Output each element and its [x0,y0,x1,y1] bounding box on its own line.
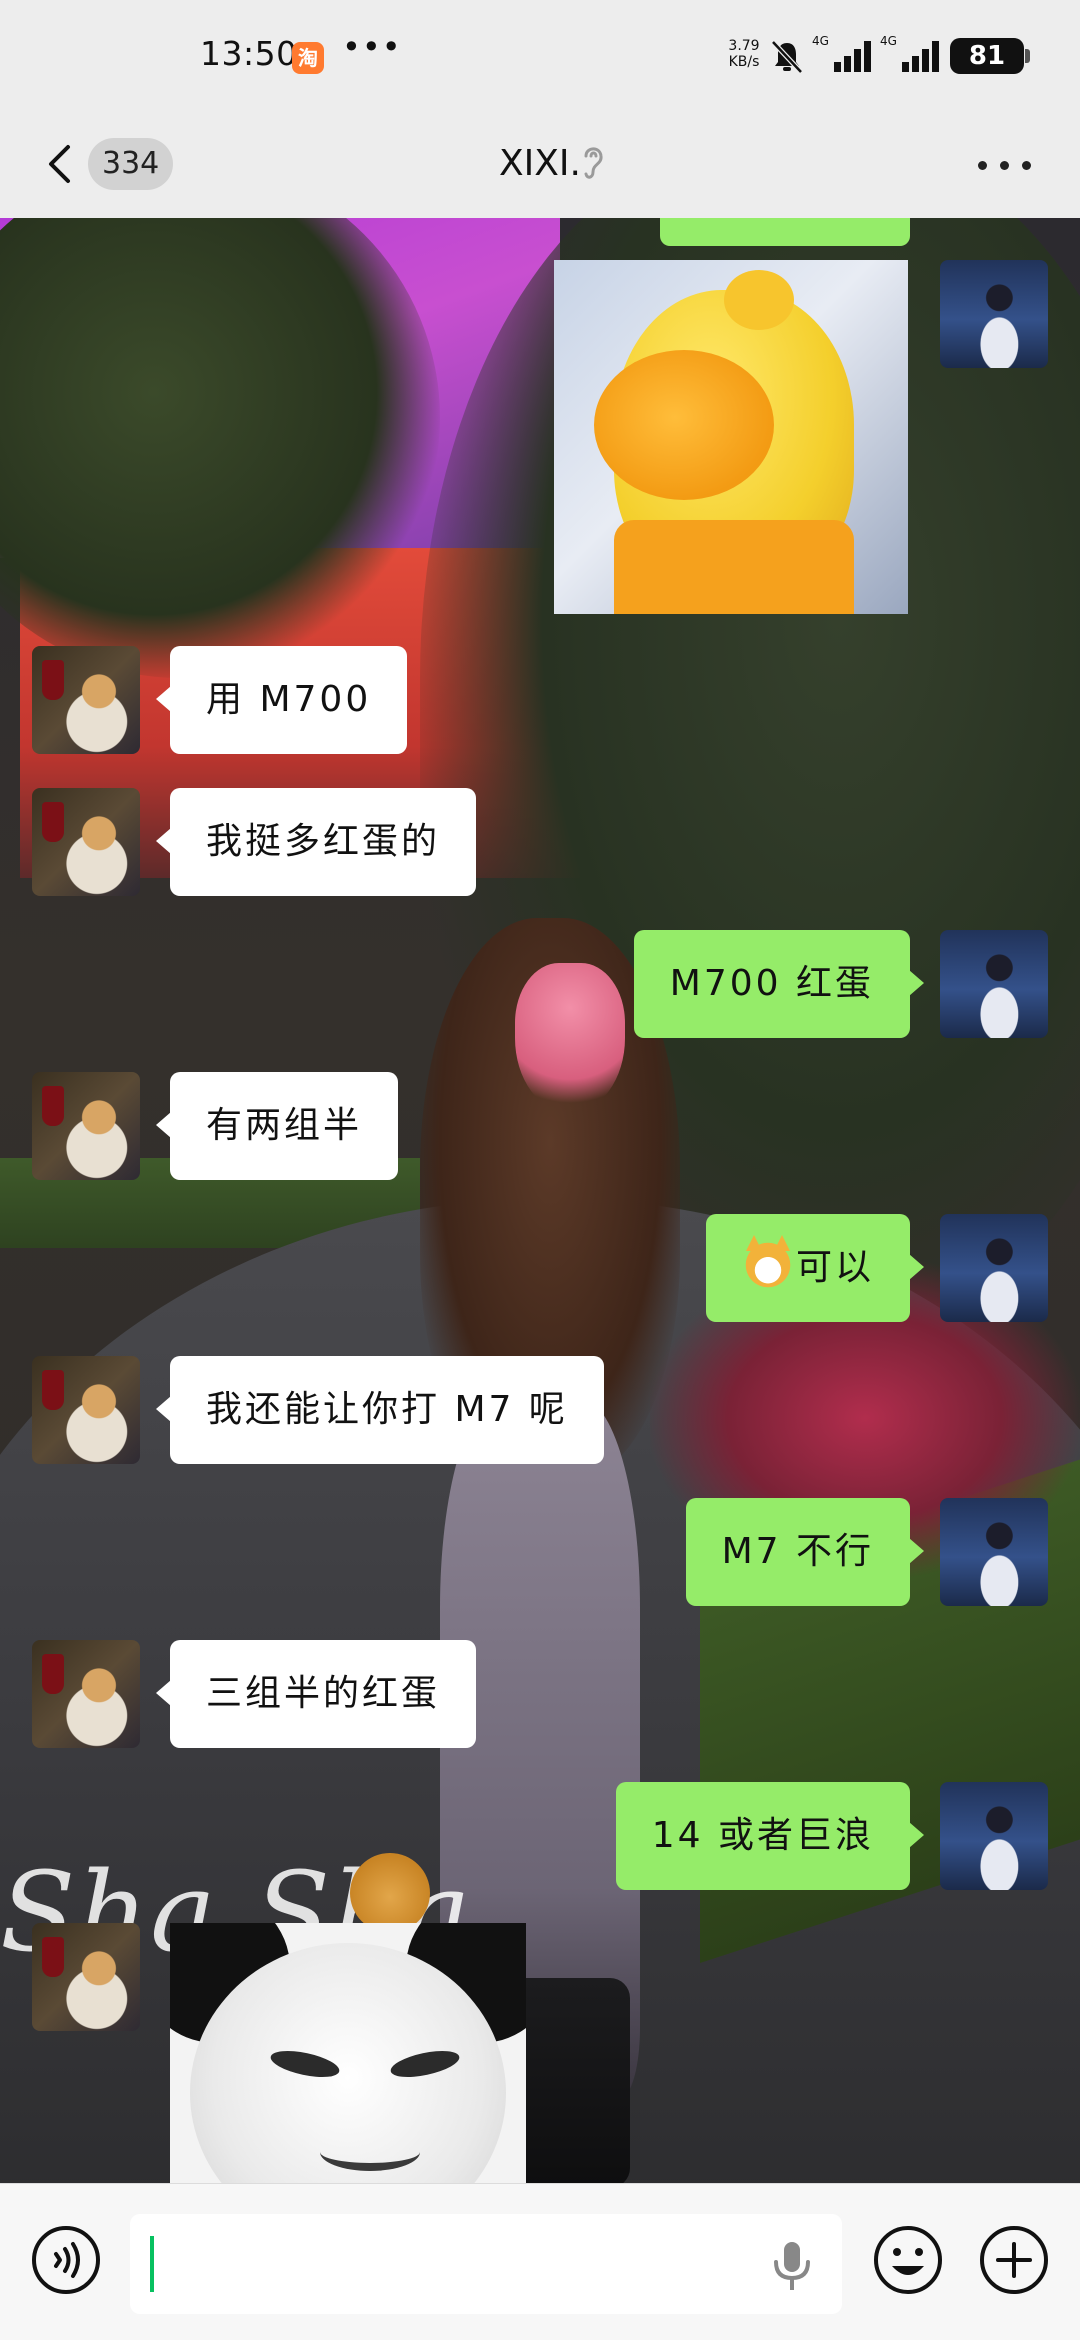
panda-eye [388,2045,462,2083]
message-bubble-other[interactable]: 我还能让你打 M7 呢 [156,1356,604,1464]
message-bubble-self[interactable]: M700 红蛋 [633,930,925,1038]
message-bubble-self[interactable]: M7 不行 [685,1498,925,1606]
message-bubble-other[interactable]: 三组半的红蛋 [155,1640,477,1748]
mute-bell-icon [771,40,803,74]
mic-icon[interactable] [770,2240,814,2292]
more-options-button[interactable] [960,140,1050,190]
message-input[interactable] [130,2214,842,2314]
duck-bottom [614,520,854,614]
chat-title-text: XIXI. [498,143,581,184]
ear-icon [584,147,603,179]
avatar-self[interactable] [940,1214,1048,1322]
doge-emoji [741,1235,794,1291]
battery-icon: 81 [950,38,1024,74]
plus-icon[interactable] [978,2224,1050,2296]
chat-screen: 13:50 淘 ••• 3.79 KB/s 4G 4G 81 XIXI. 334… [0,0,1080,2340]
unread-count-badge: 334 [88,138,174,190]
message-bubble-self[interactable]: 14 或者巨浪 [615,1782,925,1890]
net-speed-unit: KB/s [728,54,760,70]
yellow-duck-sticker[interactable] [554,260,908,614]
status-bar: 13:50 淘 ••• 3.79 KB/s 4G 4G 81 [0,0,1080,110]
avatar-other[interactable] [32,1640,140,1748]
message-bubble-partial[interactable] [660,218,910,246]
bear-icon [350,1853,430,1933]
message-list[interactable]: Sha Sha 用 M700 我挺多红蛋的 M700 红蛋 有两组半 可以 我还… [0,218,1080,2183]
avatar-other[interactable] [32,1072,140,1180]
net-speed: 3.79 KB/s [724,38,764,70]
more-dots-icon [1000,161,1009,170]
message-bubble-other[interactable]: 用 M700 [155,646,408,754]
voice-icon[interactable] [30,2224,102,2296]
signal-icon: 4G [880,34,950,76]
avatar-self[interactable] [940,1498,1048,1606]
duck-beak [594,350,774,500]
taobao-icon: 淘 [292,42,324,74]
chat-header: XIXI. 334 [0,110,1080,218]
avatar-self[interactable] [940,1782,1048,1890]
back-button[interactable]: 334 [36,128,186,198]
input-bar [0,2183,1080,2340]
avatar-other[interactable] [32,1356,140,1464]
avatar-other[interactable] [32,646,140,754]
back-chevron-icon [49,145,70,183]
more-dots-icon [978,161,987,170]
message-bubble-other[interactable]: 有两组半 [155,1072,399,1180]
panda-mouth [320,2133,420,2171]
avatar-self[interactable] [940,260,1048,368]
battery-tip [1025,49,1030,63]
message-text: 可以 [795,1247,874,1288]
avatar-self[interactable] [940,930,1048,1038]
net-speed-value: 3.79 [728,38,760,54]
avatar-other[interactable] [32,1923,140,2031]
signal-icon: 4G [812,34,882,76]
more-dots-icon [1022,161,1031,170]
text-caret [150,2236,154,2292]
avatar-other[interactable] [32,788,140,896]
message-bubble-self[interactable]: 可以 [705,1214,925,1322]
wallpaper-bow [515,963,625,1113]
status-time: 13:50 [200,34,298,73]
duck-ear [724,270,794,330]
message-bubble-other[interactable]: 我挺多红蛋的 [155,788,477,896]
emoji-icon[interactable] [872,2224,944,2296]
panda-eye [268,2045,342,2083]
panda-face-sticker[interactable] [170,1923,526,2183]
more-notifications-icon: ••• [342,28,402,66]
